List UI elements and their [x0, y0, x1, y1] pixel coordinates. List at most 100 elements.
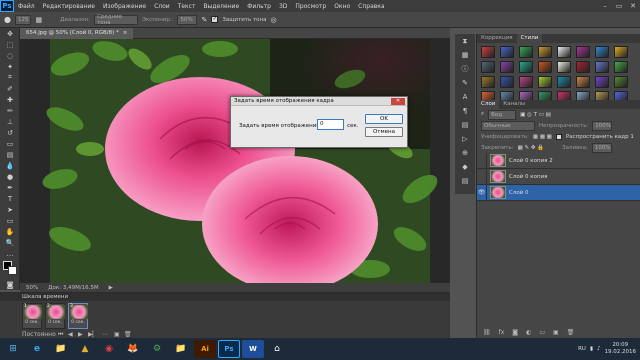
clone-source-panel-icon[interactable]: ⊕ — [455, 146, 475, 160]
style-swatch[interactable] — [557, 76, 571, 88]
play-icon[interactable]: ▶ — [78, 331, 83, 338]
style-swatch[interactable] — [576, 46, 590, 58]
timeline-frame[interactable]: 1 0 сек. — [22, 303, 42, 329]
new-frame-icon[interactable]: ▣ — [114, 331, 120, 338]
layer-name[interactable]: Слой 0 — [509, 190, 529, 196]
path-select-tool-icon[interactable]: ➤ — [0, 204, 20, 215]
pen-tool-icon[interactable]: ✒ — [0, 182, 20, 193]
color-swatches[interactable] — [0, 259, 19, 279]
style-swatch[interactable] — [595, 46, 609, 58]
tab-channels[interactable]: Каналы — [499, 100, 529, 109]
style-swatch[interactable] — [614, 46, 628, 58]
menu-filter[interactable]: Фильтр — [243, 3, 275, 10]
layer-row-selected[interactable]: 👁 Слой 0 — [477, 184, 640, 201]
actions-panel-icon[interactable]: ▷ — [455, 132, 475, 146]
layer-name[interactable]: Слой 0 копия 2 — [509, 158, 553, 164]
style-swatch[interactable] — [500, 61, 514, 73]
eyedropper-tool-icon[interactable]: ✐ — [0, 83, 20, 94]
menu-layers[interactable]: Слои — [150, 3, 174, 10]
style-swatch[interactable] — [519, 46, 533, 58]
zoom-tool-icon[interactable]: 🔍 — [0, 237, 20, 248]
link-layers-icon[interactable]: ⛓ — [483, 329, 491, 336]
paragraph-panel-icon[interactable]: ¶ — [455, 104, 475, 118]
style-swatch[interactable] — [576, 61, 590, 73]
menu-window[interactable]: Окно — [330, 3, 354, 10]
exposure-field[interactable]: 50% — [177, 14, 198, 25]
lasso-tool-icon[interactable]: ◌ — [0, 50, 20, 61]
history-panel-icon[interactable]: ⧗ — [455, 34, 475, 48]
start-button-icon[interactable]: ⊞ — [2, 340, 24, 358]
style-swatch[interactable] — [557, 46, 571, 58]
dodge-tool-icon[interactable]: ● — [4, 15, 11, 24]
layer-row[interactable]: Слой 0 копия 2 — [477, 152, 640, 169]
shape-tool-icon[interactable]: ▭ — [0, 215, 20, 226]
timeline-frame[interactable]: 3 0 сек. — [68, 303, 88, 329]
brush-panel-icon[interactable]: ✎ — [455, 76, 475, 90]
notes-panel-icon[interactable]: ▤ — [455, 174, 475, 188]
word-icon[interactable]: W — [242, 340, 264, 358]
brush-size-field[interactable]: 125 — [14, 14, 32, 25]
style-swatch[interactable] — [576, 76, 590, 88]
style-swatch[interactable] — [538, 61, 552, 73]
opacity-field[interactable]: 100% — [592, 120, 613, 131]
crop-tool-icon[interactable]: ⌗ — [0, 72, 20, 83]
cancel-button[interactable]: Отмена — [365, 127, 403, 137]
file-explorer-icon[interactable]: 📁 — [50, 340, 72, 358]
hand-tool-icon[interactable]: ✋ — [0, 226, 20, 237]
lock-icons[interactable]: ▦ ✎ ✥ 🔒 — [518, 145, 545, 151]
style-swatch[interactable] — [519, 76, 533, 88]
marquee-tool-icon[interactable]: ⬚ — [0, 39, 20, 50]
style-swatch[interactable] — [595, 76, 609, 88]
brush-panel-icon[interactable]: ▦ — [35, 16, 42, 24]
prev-frame-icon[interactable]: ◀ — [68, 331, 73, 338]
tool-presets-panel-icon[interactable]: ◆ — [455, 160, 475, 174]
visibility-toggle-icon[interactable] — [477, 152, 487, 169]
photoshop-taskbar-icon[interactable]: Ps — [218, 340, 240, 358]
layer-style-icon[interactable]: fx — [499, 329, 505, 336]
blend-mode-select[interactable]: Обычные — [481, 120, 535, 131]
stamp-tool-icon[interactable]: ⊥ — [0, 116, 20, 127]
delete-layer-icon[interactable]: 🗑 — [567, 329, 575, 336]
frame-duration[interactable]: 0 сек. — [46, 320, 64, 325]
menu-file[interactable]: Файл — [14, 3, 39, 10]
pressure-icon[interactable]: ◎ — [271, 16, 277, 24]
frame-duration[interactable]: 0 сек. — [69, 320, 87, 325]
swatches-panel-icon[interactable]: ▤ — [455, 118, 475, 132]
properties-panel-icon[interactable]: ▦ — [455, 48, 475, 62]
style-swatch[interactable] — [500, 76, 514, 88]
style-swatch[interactable] — [595, 61, 609, 73]
tab-layers[interactable]: Слои — [477, 100, 500, 109]
close-tab-icon[interactable]: × — [123, 30, 128, 36]
menu-type[interactable]: Текст — [174, 3, 200, 10]
status-arrow-icon[interactable]: ▶ — [109, 285, 113, 291]
layer-kind-select[interactable]: Вид — [488, 109, 517, 120]
menu-3d[interactable]: 3D — [275, 3, 291, 10]
add-mask-icon[interactable]: ◙ — [512, 329, 518, 336]
layer-name[interactable]: Слой 0 копия — [509, 174, 547, 180]
dodge-tool-icon[interactable]: ● — [0, 171, 20, 182]
new-layer-icon[interactable]: ▣ — [553, 329, 559, 336]
menu-help[interactable]: Справка — [354, 3, 388, 10]
fill-field[interactable]: 100% — [591, 142, 612, 153]
tab-styles[interactable]: Стили — [516, 34, 543, 43]
maximize-button[interactable]: ▭ — [612, 0, 626, 12]
brush-tool-icon[interactable]: ✏ — [0, 105, 20, 116]
history-brush-icon[interactable]: ↺ — [0, 127, 20, 138]
menu-view[interactable]: Просмотр — [291, 3, 330, 10]
protect-tones-checkbox[interactable]: ✓ — [211, 16, 219, 23]
propagate-checkbox[interactable] — [555, 133, 562, 140]
unify-icons[interactable]: ▦ ▦ ▦ — [533, 134, 552, 140]
style-swatch[interactable] — [519, 61, 533, 73]
app-icon-media[interactable]: ◉ — [98, 340, 120, 358]
style-swatch[interactable] — [481, 61, 495, 73]
volume-icon[interactable]: ♪ — [597, 346, 601, 352]
zoom-level[interactable]: 50% — [26, 285, 38, 291]
gradient-tool-icon[interactable]: ▤ — [0, 149, 20, 160]
illustrator-icon[interactable]: Ai — [194, 340, 216, 358]
info-panel-icon[interactable]: ⓘ — [455, 62, 475, 76]
quick-mask-icon[interactable]: ◙ — [0, 279, 20, 290]
frame-duration[interactable]: 0 сек. — [23, 320, 41, 325]
next-frame-icon[interactable]: ▶▏ — [88, 331, 97, 338]
firefox-icon[interactable]: 🦊 — [122, 340, 144, 358]
ok-button[interactable]: OK — [365, 114, 403, 124]
